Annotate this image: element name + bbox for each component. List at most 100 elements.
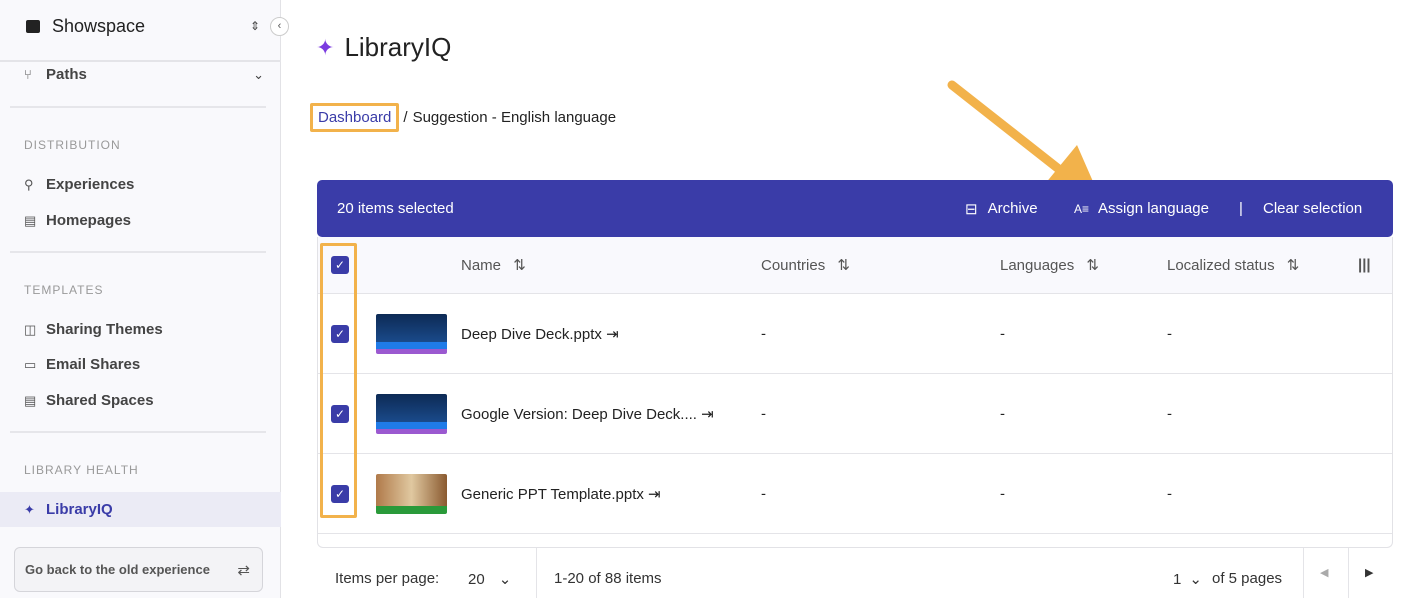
divider — [0, 60, 281, 62]
sidebar-item-homepages[interactable]: ▤Homepages — [24, 212, 131, 229]
divider — [10, 431, 266, 433]
divider — [536, 548, 537, 598]
sidebar-item-label: Paths — [46, 66, 87, 83]
paths-icon: ⑂ — [24, 67, 39, 82]
per-page-select[interactable]: 20⌄ — [468, 570, 511, 588]
status-cell: - — [1167, 325, 1172, 342]
languages-cell: - — [1000, 325, 1005, 342]
old-experience-label: Go back to the old experience — [25, 562, 210, 577]
selection-bar: 20 items selected ⊟Archive A≡ Assign lang… — [317, 180, 1393, 237]
countries-cell: - — [761, 325, 766, 342]
sort-icon: ⇅ — [837, 257, 850, 274]
experiences-icon: ⚲ — [24, 177, 39, 193]
sparkle-icon: ✦ — [24, 502, 39, 518]
page-select[interactable]: 1⌄ — [1173, 570, 1202, 588]
spaces-icon: ▤ — [24, 393, 39, 409]
sidebar-item-sharing-themes[interactable]: ◫Sharing Themes — [24, 321, 163, 338]
per-page-label: Items per page: — [335, 570, 439, 587]
divider — [1303, 548, 1304, 598]
page-title-text: LibraryIQ — [344, 32, 451, 63]
divider — [10, 106, 266, 108]
prev-page-button[interactable]: ◀ — [1320, 566, 1328, 579]
thumbnail — [376, 314, 447, 354]
pagination-footer: Items per page: 20⌄ 1-20 of 88 items 1⌄ … — [317, 548, 1393, 598]
homepages-icon: ▤ — [24, 213, 39, 229]
selection-count: 20 items selected — [337, 200, 454, 217]
sidebar-item-paths[interactable]: ⑂ Paths ⌄ — [24, 66, 264, 83]
email-icon: ▭ — [24, 357, 39, 373]
swap-arrows-icon: ⇄ — [237, 561, 250, 579]
next-page-button[interactable]: ▶ — [1365, 566, 1373, 579]
sparkle-icon: ✦ — [316, 35, 334, 61]
breadcrumb-dashboard-link[interactable]: Dashboard — [310, 103, 399, 132]
theme-icon: ◫ — [24, 322, 39, 338]
countries-cell: - — [761, 485, 766, 502]
chevron-down-icon: ⌄ — [1189, 571, 1202, 588]
assign-language-button[interactable]: A≡ Assign language — [1074, 200, 1209, 217]
open-icon[interactable]: ⇥ — [648, 486, 661, 503]
clear-selection-button[interactable]: Clear selection — [1263, 200, 1362, 217]
breadcrumb-current: Suggestion - English language — [413, 109, 616, 126]
column-languages[interactable]: Languages ⇅ — [1000, 256, 1099, 274]
column-label: Name — [461, 257, 501, 274]
assign-language-label: Assign language — [1098, 200, 1209, 217]
sidebar-item-shared-spaces[interactable]: ▤ Shared Spaces — [24, 392, 154, 409]
column-label: Countries — [761, 257, 825, 274]
thumbnail — [376, 474, 447, 514]
section-title: LIBRARY HEALTH — [24, 463, 139, 477]
sidebar-item-email-shares[interactable]: ▭ Email Shares — [24, 356, 140, 373]
chevron-down-icon: ⌄ — [253, 67, 264, 83]
status-cell: - — [1167, 405, 1172, 422]
select-all-checkbox[interactable]: ✓ — [331, 256, 349, 274]
sidebar-item-label: LibraryIQ — [46, 501, 113, 518]
row-checkbox[interactable]: ✓ — [331, 485, 349, 503]
column-countries[interactable]: Countries ⇅ — [761, 256, 850, 274]
column-name[interactable]: Name ⇅ — [461, 256, 526, 274]
file-name[interactable]: Deep Dive Deck.pptx — [461, 326, 602, 343]
divider: | — [1239, 200, 1243, 217]
workspace-switcher[interactable]: Showspace ⇕ — [0, 0, 281, 52]
sidebar-item-label: Email Shares — [46, 356, 140, 373]
sort-icon: ⇅ — [1287, 257, 1300, 274]
archive-icon: ⊟ — [965, 200, 978, 218]
section-title: DISTRIBUTION — [24, 138, 121, 152]
status-cell: - — [1167, 485, 1172, 502]
divider — [10, 251, 266, 253]
countries-cell: - — [761, 405, 766, 422]
table-row[interactable]: ✓ Generic PPT Template.pptx ⇥ - - - — [318, 454, 1392, 534]
breadcrumb: Dashboard / Suggestion - English languag… — [310, 103, 616, 132]
items-range: 1-20 of 88 items — [554, 570, 662, 587]
column-localized-status[interactable]: Localized status ⇅ — [1167, 256, 1299, 274]
translate-icon: A≡ — [1074, 202, 1089, 216]
column-label: Localized status — [1167, 257, 1275, 274]
breadcrumb-separator: / — [403, 109, 407, 126]
languages-cell: - — [1000, 405, 1005, 422]
sidebar-item-libraryiq[interactable]: ✦ LibraryIQ — [24, 501, 113, 518]
page-value: 1 — [1173, 571, 1181, 588]
column-label: Languages — [1000, 257, 1074, 274]
sidebar-item-experiences[interactable]: ⚲ Experiences — [24, 176, 134, 193]
content-table: ✓ Name ⇅ Countries ⇅ Languages ⇅ Localiz… — [317, 237, 1393, 548]
open-icon[interactable]: ⇥ — [701, 406, 714, 423]
columns-settings-icon[interactable]: ||| — [1358, 257, 1371, 274]
collapse-sidebar-button[interactable]: ‹ — [270, 17, 289, 36]
sort-icon: ⇅ — [513, 257, 526, 274]
open-icon[interactable]: ⇥ — [606, 326, 619, 343]
divider — [1348, 548, 1349, 598]
row-checkbox[interactable]: ✓ — [331, 325, 349, 343]
sidebar: Showspace ⇕ ⑂ Paths ⌄ DISTRIBUTION ⚲ Expe… — [0, 0, 281, 598]
workspace-name: Showspace — [52, 16, 145, 37]
row-checkbox[interactable]: ✓ — [331, 405, 349, 423]
section-title: TEMPLATES — [24, 283, 103, 297]
archive-button[interactable]: ⊟Archive — [965, 200, 1038, 218]
file-name[interactable]: Generic PPT Template.pptx — [461, 486, 644, 503]
showspace-icon — [26, 20, 40, 33]
file-name[interactable]: Google Version: Deep Dive Deck.... — [461, 406, 697, 423]
old-experience-button[interactable]: Go back to the old experience ⇄ — [14, 547, 263, 592]
table-row[interactable]: ✓ Google Version: Deep Dive Deck.... ⇥ -… — [318, 374, 1392, 454]
sidebar-item-label: Shared Spaces — [46, 392, 154, 409]
table-row[interactable]: ✓ Deep Dive Deck.pptx ⇥ - - - — [318, 294, 1392, 374]
sidebar-item-label: Experiences — [46, 176, 134, 193]
languages-cell: - — [1000, 485, 1005, 502]
sort-icon: ⇅ — [1086, 257, 1099, 274]
